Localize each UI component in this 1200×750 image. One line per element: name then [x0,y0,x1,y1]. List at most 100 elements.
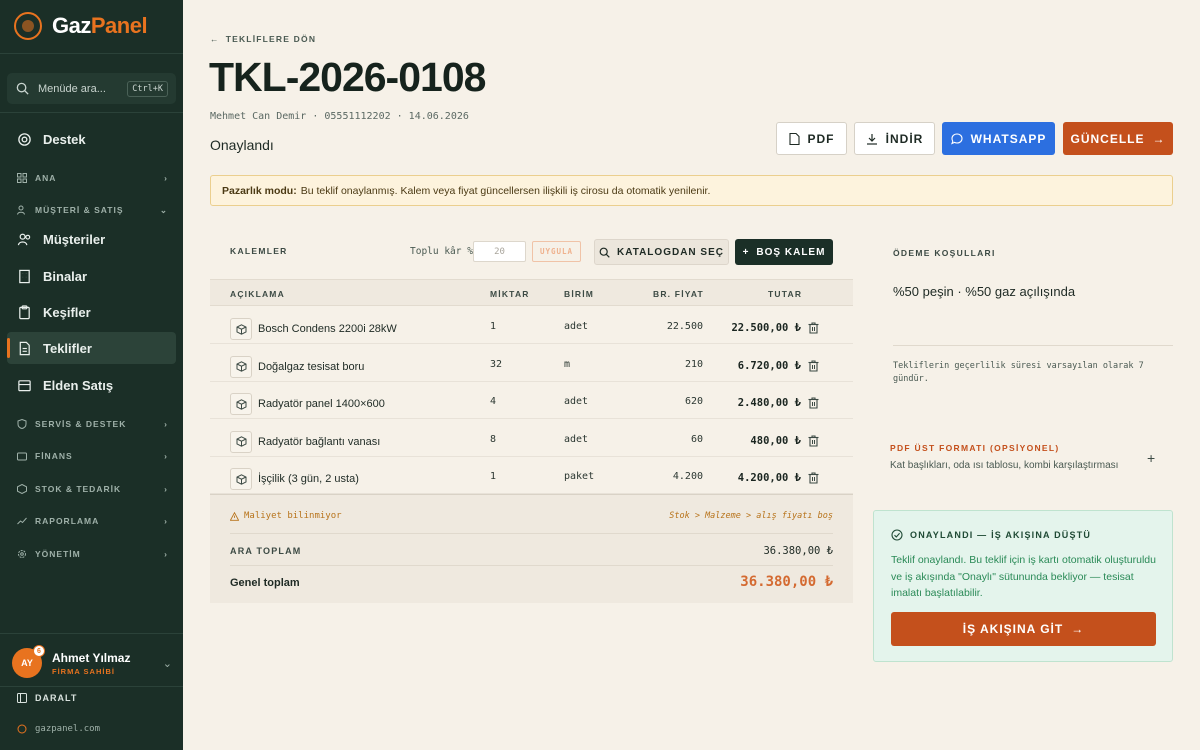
apply-margin-button[interactable]: UYGULA [532,241,581,262]
alert-text: Bu teklif onaylanmış. Kalem veya fiyat g… [300,184,711,197]
back-to-quotes-link[interactable]: ← TEKLİFLERE DÖN [210,34,316,44]
item-quantity[interactable]: 8 [490,434,496,445]
arrow-right-icon: → [1152,131,1166,146]
lifebuoy-icon [18,132,31,146]
building-icon [19,269,30,283]
item-total: 22.500,00 ₺ [731,322,801,334]
add-empty-item-button[interactable]: + BOŞ KALEM [735,239,833,265]
chevron-down-icon: ⌄ [159,204,168,215]
col-unit-price: BR. FİYAT [653,289,704,299]
select-from-catalog-button[interactable]: KATALOGDAN SEÇ [594,239,729,265]
sidebar-divider [0,633,183,634]
expand-plus-icon[interactable]: + [1147,450,1155,466]
item-quantity[interactable]: 1 [490,471,496,482]
bulk-margin-input[interactable]: 20 [473,241,526,262]
collapse-button[interactable]: DARALT [17,693,77,703]
sidebar-group-service-support[interactable]: SERVİS & DESTEK › [7,414,176,434]
sidebar-group-label: MÜŞTERİ & SATIŞ [35,205,124,215]
item-description-cell[interactable]: Radyatör panel 1400×600 [230,393,385,415]
pdf-button[interactable]: PDF [776,122,847,155]
table-row[interactable]: Radyatör bağlantı vanası 8 adet 60 480,0… [210,420,853,457]
whatsapp-button-label: WHATSAPP [970,131,1047,146]
item-unit-price[interactable]: 60 [691,434,703,445]
approved-card: ONAYLANDI — İŞ AKIŞINA DÜŞTÜ Teklif onay… [873,510,1173,662]
package-icon [230,468,252,490]
sidebar-group-label: RAPORLAMA [35,516,100,526]
logo-text: GazPanel [52,13,148,39]
sidebar-group-reporting[interactable]: RAPORLAMA › [7,511,176,531]
sidebar-item-customers[interactable]: Müşteriler [7,223,176,255]
item-unit-price[interactable]: 22.500 [667,321,703,332]
sidebar-item-support[interactable]: Destek [7,123,176,155]
sidebar-divider [0,686,183,687]
whatsapp-button[interactable]: WHATSAPP [942,122,1055,155]
sidebar-item-discoveries[interactable]: Keşifler [7,296,176,328]
item-unit[interactable]: adet [564,396,588,407]
item-unit-price[interactable]: 4.200 [673,471,703,482]
item-description: Radyatör bağlantı vanası [258,435,381,448]
grid-icon [17,173,27,183]
item-unit[interactable]: adet [564,434,588,445]
subtotal-label: ARA TOPLAM [230,546,302,556]
trend-icon [17,517,27,525]
trash-icon[interactable] [808,322,819,334]
item-description-cell[interactable]: İşçilik (3 gün, 2 usta) [230,468,359,490]
item-total: 480,00 ₺ [750,434,801,447]
item-unit[interactable]: paket [564,471,594,482]
workflow-button-label: İŞ AKIŞINA GİT [962,622,1064,636]
arrow-right-icon: → [1071,622,1085,636]
trash-icon[interactable] [808,472,819,484]
chevron-right-icon: › [164,419,168,429]
check-circle-icon [891,529,903,541]
item-description-cell[interactable]: Radyatör bağlantı vanası [230,430,381,453]
sidebar-collapse-icon [17,693,27,703]
package-icon [230,318,252,340]
validity-note: Tekliflerin geçerlilik süresi varsayılan… [893,361,1144,384]
payment-terms-text[interactable]: %50 peşin · %50 gaz açılışında [893,284,1075,299]
item-unit-price[interactable]: 620 [685,396,703,407]
sidebar-group-management[interactable]: YÖNETİM › [7,544,176,564]
logo[interactable]: GazPanel [14,12,148,40]
download-icon [866,133,877,145]
table-row[interactable]: Radyatör panel 1400×600 4 adet 620 2.480… [210,382,853,419]
sidebar-group-stock-supply[interactable]: STOK & TEDARİK › [7,479,176,499]
item-quantity[interactable]: 32 [490,359,502,370]
package-icon [230,355,252,378]
plus-icon: + [742,246,750,258]
sidebar-item-label: Binalar [43,268,88,284]
item-unit[interactable]: m [564,359,570,370]
table-row[interactable]: Doğalgaz tesisat boru 32 m 210 6.720,00 … [210,345,853,382]
table-row[interactable]: İşçilik (3 gün, 2 usta) 1 paket 4.200 4.… [210,457,853,494]
item-unit[interactable]: adet [564,321,588,332]
item-description-cell[interactable]: Bosch Condens 2200i 28kW [230,318,397,340]
update-button[interactable]: GÜNCELLE → [1063,122,1173,155]
sidebar-group-ana[interactable]: ANA › [7,168,176,188]
download-button[interactable]: İNDİR [854,122,935,155]
website-link[interactable]: gazpanel.com [17,724,100,734]
item-unit-price[interactable]: 210 [685,359,703,370]
sidebar-item-direct-sale[interactable]: Elden Satış [7,369,176,401]
trash-icon[interactable] [808,434,819,447]
grand-total-value: 36.380,00 ₺ [740,574,833,590]
trash-icon[interactable] [808,359,819,372]
go-to-workflow-button[interactable]: İŞ AKIŞINA GİT → [891,612,1156,646]
menu-search[interactable]: Menüde ara... Ctrl+K [7,73,176,104]
item-quantity[interactable]: 4 [490,396,496,407]
box-icon [17,484,27,494]
summary-divider [230,565,833,566]
user-role: FİRMA SAHİBİ [52,666,115,676]
sidebar-group-customer-sales[interactable]: MÜŞTERİ & SATIŞ ⌄ [7,200,176,220]
sidebar-group-label: FİNANS [35,451,73,461]
sidebar-item-quotes[interactable]: Teklifler [7,332,176,364]
item-quantity[interactable]: 1 [490,321,496,332]
trash-icon[interactable] [808,397,819,409]
sidebar-item-buildings[interactable]: Binalar [7,260,176,292]
sidebar-divider [0,112,183,113]
item-description-cell[interactable]: Doğalgaz tesisat boru [230,355,364,378]
approved-card-title: ONAYLANDI — İŞ AKIŞINA DÜŞTÜ [891,529,1091,541]
table-row[interactable]: Bosch Condens 2200i 28kW 1 adet 22.500 2… [210,307,853,344]
sidebar-group-finance[interactable]: FİNANS › [7,446,176,466]
chevron-down-icon: ⌄ [162,657,172,670]
user-menu[interactable]: AY 6 Ahmet Yılmaz FİRMA SAHİBİ ⌄ [12,645,172,679]
approved-card-body: Teklif onaylandı. Bu teklif için iş kart… [891,554,1156,599]
